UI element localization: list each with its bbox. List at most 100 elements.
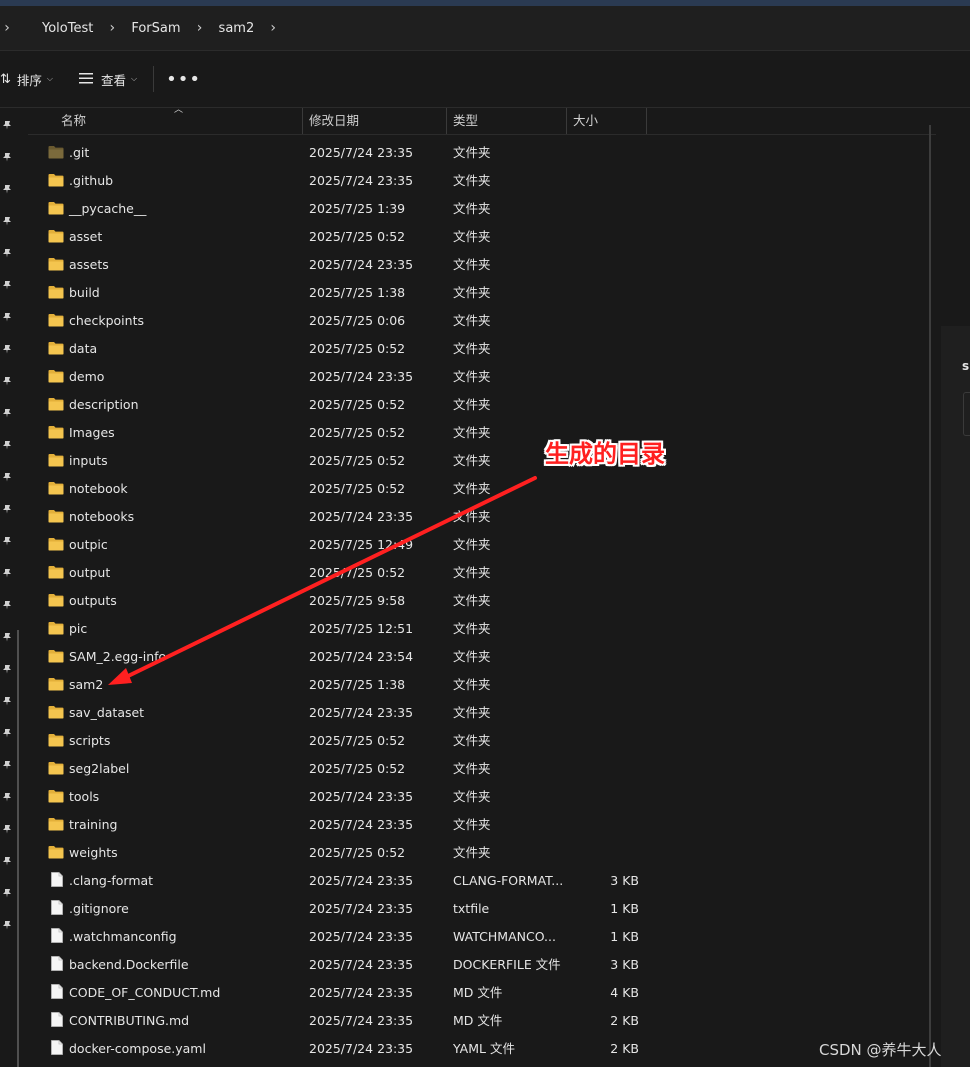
folder-row[interactable]: asset 2025/7/25 0:52 文件夹 [28, 223, 936, 251]
file-row[interactable]: .watchmanconfig 2025/7/24 23:35 WATCHMANCO… [28, 923, 936, 951]
pin-icon[interactable] [2, 824, 12, 834]
file-row[interactable]: CODE_OF_CONDUCT.md 2025/7/24 23:35 MD 文件 4 … [28, 979, 936, 1007]
folder-row[interactable]: training 2025/7/24 23:35 文件夹 [28, 811, 936, 839]
column-divider[interactable] [446, 108, 447, 134]
breadcrumb-item[interactable]: YoloTest [14, 21, 105, 36]
folder-row[interactable]: output 2025/7/25 0:52 文件夹 [28, 559, 936, 587]
pin-icon[interactable] [2, 920, 12, 930]
file-row[interactable]: backend.Dockerfile 2025/7/24 23:35 DOCKERF… [28, 951, 936, 979]
pin-icon[interactable] [2, 120, 12, 130]
folder-row[interactable]: inputs 2025/7/25 0:52 文件夹 [28, 447, 936, 475]
pin-icon[interactable] [2, 248, 12, 258]
pin-icon[interactable] [2, 344, 12, 354]
quick-access-pins [0, 108, 18, 1067]
file-type: 文件夹 [453, 565, 491, 580]
file-modified-date: 2025/7/24 23:35 [309, 145, 414, 160]
folder-row[interactable]: build 2025/7/25 1:38 文件夹 [28, 279, 936, 307]
pin-icon[interactable] [2, 440, 12, 450]
file-name: seg2label [69, 761, 130, 776]
folder-icon [48, 537, 64, 551]
nav-pane-scrollbar[interactable] [17, 630, 19, 1067]
pin-icon[interactable] [2, 568, 12, 578]
column-divider[interactable] [302, 108, 303, 134]
pin-icon[interactable] [2, 376, 12, 386]
folder-row[interactable]: checkpoints 2025/7/25 0:06 文件夹 [28, 307, 936, 335]
file-name: notebooks [69, 509, 135, 524]
folder-row[interactable]: assets 2025/7/24 23:35 文件夹 [28, 251, 936, 279]
annotation-label: 生成的目录 [545, 440, 665, 468]
pin-icon[interactable] [2, 280, 12, 290]
pin-icon[interactable] [2, 696, 12, 706]
file-row[interactable]: CONTRIBUTING.md 2025/7/24 23:35 MD 文件 2 KB [28, 1007, 936, 1035]
breadcrumb-chevron-icon[interactable]: › [266, 20, 280, 36]
column-header-size[interactable]: 大小 [573, 108, 598, 134]
breadcrumb-item[interactable]: sam2 [207, 21, 267, 36]
pin-icon[interactable] [2, 216, 12, 226]
folder-icon [48, 285, 64, 299]
column-divider[interactable] [566, 108, 567, 134]
file-name: build [69, 285, 100, 300]
file-row[interactable]: docker-compose.yaml 2025/7/24 23:35 YAML 文… [28, 1035, 936, 1063]
file-type: DOCKERFILE 文件 [453, 957, 561, 972]
file-row[interactable]: .gitignore 2025/7/24 23:35 txtfile 1 KB [28, 895, 936, 923]
folder-row[interactable]: notebooks 2025/7/24 23:35 文件夹 [28, 503, 936, 531]
folder-icon [48, 565, 64, 579]
folder-row[interactable]: outpic 2025/7/25 12:49 文件夹 [28, 531, 936, 559]
breadcrumb-chevron-icon[interactable]: › [193, 20, 207, 36]
file-size: 4 KB [610, 985, 639, 1000]
pin-icon[interactable] [2, 408, 12, 418]
file-size [574, 251, 639, 279]
breadcrumb-item[interactable]: ForSam [119, 21, 192, 36]
file-type: 文件夹 [453, 201, 491, 216]
pin-icon[interactable] [2, 152, 12, 162]
column-header-type[interactable]: 类型 [453, 108, 478, 134]
folder-row[interactable]: notebook 2025/7/25 0:52 文件夹 [28, 475, 936, 503]
pin-icon[interactable] [2, 312, 12, 322]
breadcrumb-chevron-icon[interactable]: › [105, 20, 119, 36]
folder-row[interactable]: description 2025/7/25 0:52 文件夹 [28, 391, 936, 419]
folder-row[interactable]: data 2025/7/25 0:52 文件夹 [28, 335, 936, 363]
folder-row[interactable]: SAM_2.egg-info 2025/7/24 23:54 文件夹 [28, 643, 936, 671]
folder-row[interactable]: sam2 2025/7/25 1:38 文件夹 [28, 671, 936, 699]
folder-row[interactable]: .github 2025/7/24 23:35 文件夹 [28, 167, 936, 195]
file-modified-date: 2025/7/24 23:35 [309, 509, 414, 524]
pin-icon[interactable] [2, 472, 12, 482]
view-button[interactable]: 查看 ⌵ [79, 70, 137, 89]
folder-row[interactable]: demo 2025/7/24 23:35 文件夹 [28, 363, 936, 391]
pin-icon[interactable] [2, 856, 12, 866]
folder-row[interactable]: outputs 2025/7/25 9:58 文件夹 [28, 587, 936, 615]
column-header-date[interactable]: 修改日期 [309, 108, 359, 134]
file-type: txtfile [453, 901, 490, 916]
pin-icon[interactable] [2, 632, 12, 642]
folder-row[interactable]: weights 2025/7/25 0:52 文件夹 [28, 839, 936, 867]
folder-row[interactable]: pic 2025/7/25 12:51 文件夹 [28, 615, 936, 643]
file-type: 文件夹 [453, 369, 491, 384]
sort-button[interactable]: ⇅ 排序 ⌵ [0, 70, 53, 89]
pin-icon[interactable] [2, 536, 12, 546]
file-name: sav_dataset [69, 705, 145, 720]
pin-icon[interactable] [2, 728, 12, 738]
file-modified-date: 2025/7/24 23:35 [309, 173, 414, 188]
pin-icon[interactable] [2, 600, 12, 610]
pin-icon[interactable] [2, 792, 12, 802]
more-options-button[interactable]: ••• [166, 69, 201, 90]
address-bar[interactable]: › YoloTest › ForSam › sam2 › [0, 6, 970, 51]
folder-row[interactable]: __pycache__ 2025/7/25 1:39 文件夹 [28, 195, 936, 223]
file-list-scrollbar[interactable] [929, 125, 931, 1067]
column-header-name[interactable]: 名称 [61, 108, 86, 134]
pin-icon[interactable] [2, 760, 12, 770]
pin-icon[interactable] [2, 888, 12, 898]
folder-row[interactable]: sav_dataset 2025/7/24 23:35 文件夹 [28, 699, 936, 727]
folder-row[interactable]: tools 2025/7/24 23:35 文件夹 [28, 783, 936, 811]
breadcrumb-chevron-icon[interactable]: › [0, 20, 14, 36]
file-row[interactable]: .clang-format 2025/7/24 23:35 CLANG-FORMAT… [28, 867, 936, 895]
pin-icon[interactable] [2, 504, 12, 514]
folder-row[interactable]: Images 2025/7/25 0:52 文件夹 [28, 419, 936, 447]
folder-row[interactable]: .git 2025/7/24 23:35 文件夹 [28, 139, 936, 167]
folder-row[interactable]: seg2label 2025/7/25 0:52 文件夹 [28, 755, 936, 783]
column-divider[interactable] [646, 108, 647, 134]
pin-icon[interactable] [2, 184, 12, 194]
folder-row[interactable]: scripts 2025/7/25 0:52 文件夹 [28, 727, 936, 755]
pin-icon[interactable] [2, 664, 12, 674]
file-type: WATCHMANCO... [453, 929, 556, 944]
